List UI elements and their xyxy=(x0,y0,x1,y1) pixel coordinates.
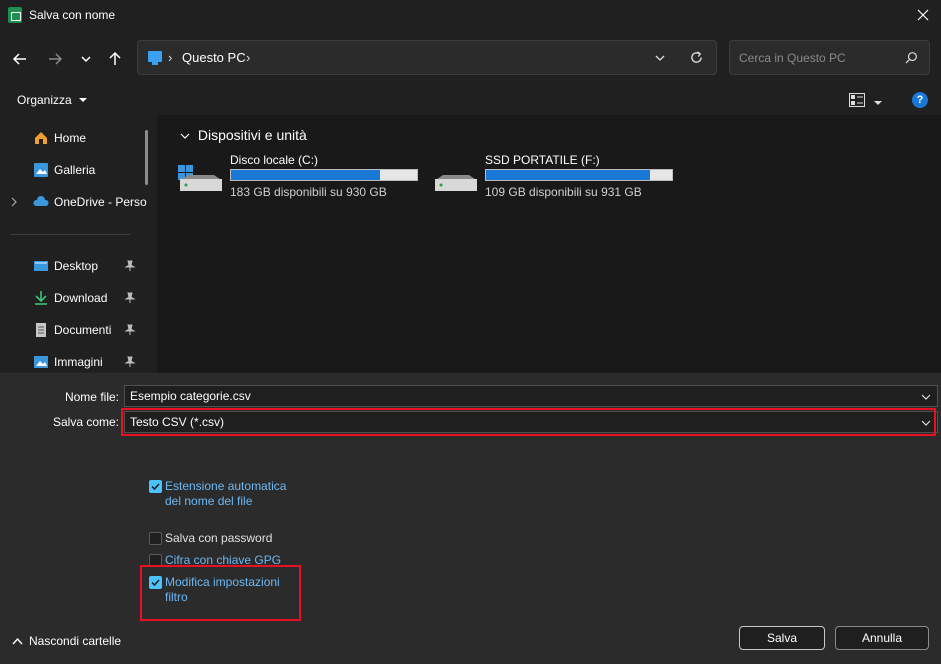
search-placeholder: Cerca in Questo PC xyxy=(739,51,846,65)
sidebar-divider xyxy=(10,234,130,235)
group-header[interactable]: Dispositivi e unità xyxy=(180,127,307,143)
address-dropdown-icon[interactable] xyxy=(654,52,666,67)
pc-icon xyxy=(148,51,162,65)
sidebar-item-label: OneDrive - Perso xyxy=(54,195,147,209)
drive-usage-fill xyxy=(486,170,651,180)
filename-label: Nome file: xyxy=(64,390,119,404)
label-line: del nome del file xyxy=(165,494,253,508)
password-label: Salva con password xyxy=(165,531,273,545)
breadcrumb-separator-icon[interactable]: › xyxy=(246,50,250,65)
recent-locations-chevron-icon[interactable] xyxy=(74,47,98,71)
sidebar-item-desktop[interactable]: Desktop xyxy=(0,253,145,279)
sidebar-item-label: Immagini xyxy=(54,355,103,369)
save-options-panel: Nome file: Esempio categorie.csv Salva c… xyxy=(0,373,941,664)
search-input[interactable]: Cerca in Questo PC xyxy=(729,40,930,75)
navigation-bar: › Questo PC › Cerca in Questo PC xyxy=(0,30,941,85)
breadcrumb-separator-icon[interactable]: › xyxy=(168,50,172,65)
drive-icon xyxy=(178,165,222,191)
view-details-icon[interactable] xyxy=(849,93,865,110)
drive-usage-bar xyxy=(485,169,673,181)
title-bar: Salva con nome xyxy=(0,0,941,30)
savetype-label: Salva come: xyxy=(52,415,119,429)
drive-item-c[interactable]: Disco locale (C:) 183 GB disponibili su … xyxy=(178,153,428,203)
pin-icon[interactable] xyxy=(124,356,136,368)
pictures-icon xyxy=(33,354,49,370)
drive-usage-fill xyxy=(231,170,381,180)
help-icon[interactable]: ? xyxy=(912,92,928,108)
sidebar-scrollbar[interactable] xyxy=(145,130,148,185)
command-toolbar: Organizza ? xyxy=(0,85,941,115)
drive-item-f[interactable]: SSD PORTATILE (F:) 109 GB disponibili su… xyxy=(433,153,683,203)
view-options-chevron-icon[interactable] xyxy=(873,97,883,111)
sidebar-item-label: Galleria xyxy=(54,163,96,177)
organize-label: Organizza xyxy=(17,93,72,107)
drive-label: Disco locale (C:) xyxy=(230,153,319,167)
highlight-box xyxy=(121,408,936,436)
desktop-icon xyxy=(33,258,49,274)
app-icon xyxy=(8,7,22,23)
drive-label: SSD PORTATILE (F:) xyxy=(485,153,600,167)
breadcrumb-location[interactable]: Questo PC xyxy=(182,50,246,65)
filename-input[interactable]: Esempio categorie.csv xyxy=(124,385,938,407)
home-icon xyxy=(33,130,49,146)
pin-icon[interactable] xyxy=(124,260,136,272)
chevron-up-icon xyxy=(12,637,23,645)
file-list-pane[interactable]: Dispositivi e unità Disco locale (C:) 18… xyxy=(157,115,941,373)
back-arrow-icon[interactable] xyxy=(8,47,32,71)
collapse-chevron-icon xyxy=(180,133,190,139)
sidebar-item-onedrive[interactable]: OneDrive - Perso xyxy=(0,189,147,215)
sidebar-item-pictures[interactable]: Immagini xyxy=(0,349,145,373)
highlight-box xyxy=(140,565,301,621)
navigation-pane[interactable]: Home Galleria OneDrive - Perso Desktop D… xyxy=(0,115,157,373)
filename-value[interactable]: Esempio categorie.csv xyxy=(130,389,251,403)
cancel-button[interactable]: Annulla xyxy=(835,626,929,650)
drive-info: 109 GB disponibili su 931 GB xyxy=(485,185,642,199)
auto-extension-label: Estensione automatica del nome del file xyxy=(165,479,286,509)
refresh-icon[interactable] xyxy=(689,50,704,68)
close-icon[interactable] xyxy=(913,5,933,25)
drive-icon xyxy=(433,165,477,191)
checkbox-unchecked[interactable] xyxy=(149,532,162,545)
gallery-icon xyxy=(33,162,49,178)
sidebar-item-download[interactable]: Download xyxy=(0,285,145,311)
download-icon xyxy=(33,290,49,306)
sidebar-item-home[interactable]: Home xyxy=(0,125,145,151)
forward-arrow-icon[interactable] xyxy=(43,47,67,71)
cloud-icon xyxy=(33,194,49,210)
pin-icon[interactable] xyxy=(124,324,136,336)
up-arrow-icon[interactable] xyxy=(103,47,127,71)
organize-menu[interactable]: Organizza xyxy=(17,93,88,107)
checkbox-checked[interactable] xyxy=(149,480,162,493)
address-bar[interactable]: › Questo PC › xyxy=(137,40,717,75)
sidebar-item-label: Download xyxy=(54,291,108,305)
label-line: Estensione automatica xyxy=(165,479,287,493)
sidebar-item-label: Home xyxy=(54,131,87,145)
search-icon[interactable] xyxy=(905,51,918,67)
window-title: Salva con nome xyxy=(29,8,116,22)
sidebar-item-gallery[interactable]: Galleria xyxy=(0,157,145,183)
pin-icon[interactable] xyxy=(124,292,136,304)
drive-info: 183 GB disponibili su 930 GB xyxy=(230,185,387,199)
hide-folders-label: Nascondi cartelle xyxy=(29,634,122,648)
group-title: Dispositivi e unità xyxy=(197,127,307,143)
sidebar-item-label: Documenti xyxy=(54,323,112,337)
save-button[interactable]: Salva xyxy=(739,626,825,650)
filename-dropdown-icon[interactable] xyxy=(921,391,931,401)
sidebar-item-label: Desktop xyxy=(54,259,99,273)
documents-icon xyxy=(33,322,49,338)
expand-chevron-icon[interactable] xyxy=(10,196,18,210)
chevron-down-icon xyxy=(79,98,88,102)
sidebar-item-documents[interactable]: Documenti xyxy=(0,317,145,343)
drive-usage-bar xyxy=(230,169,418,181)
